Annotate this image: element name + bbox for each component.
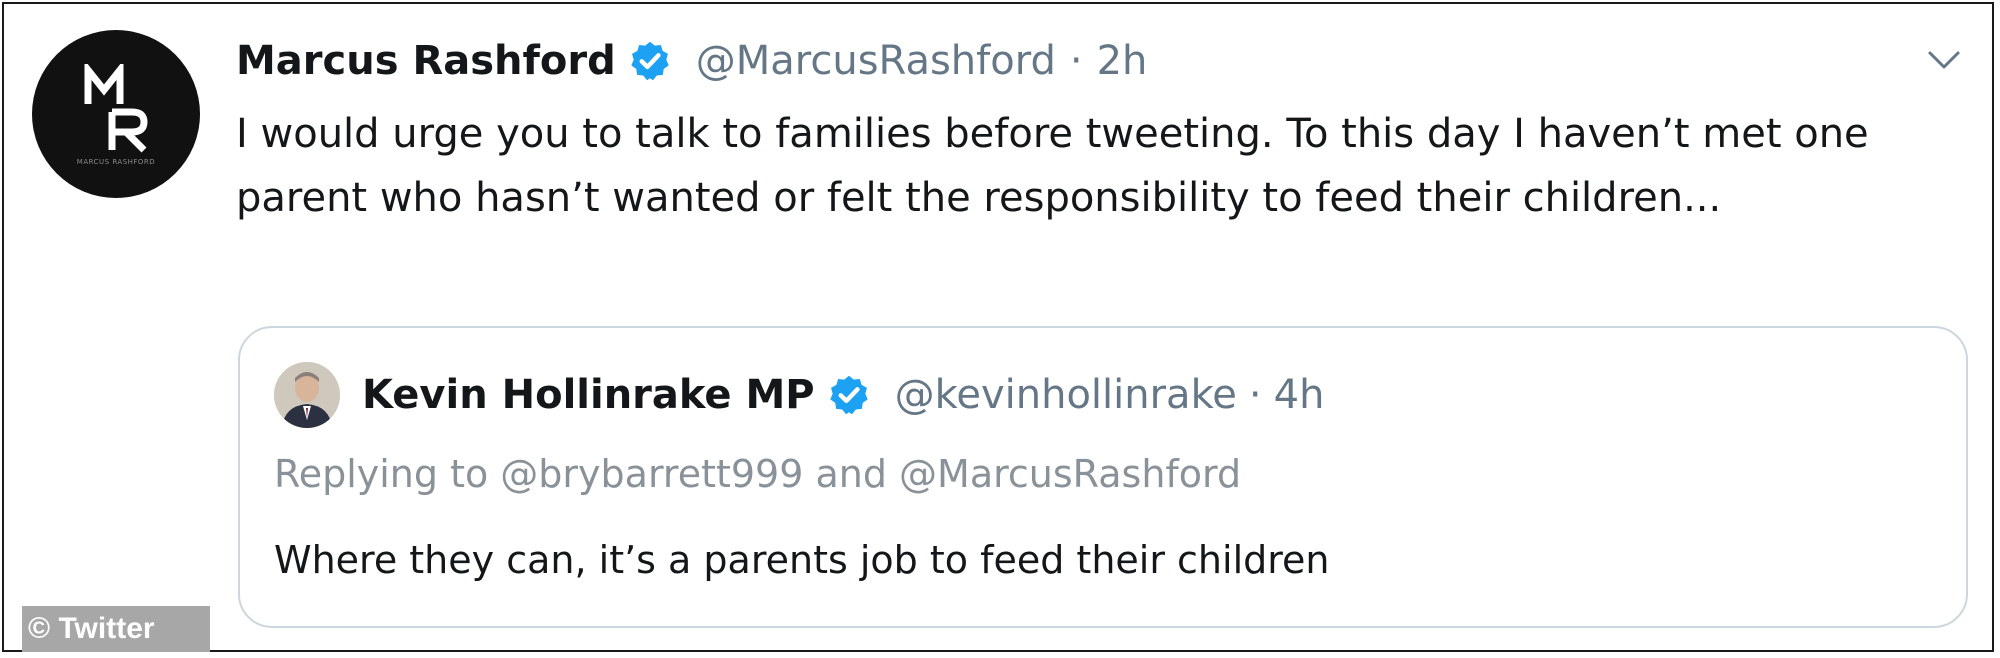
copyright-watermark: © Twitter: [22, 606, 210, 652]
quoted-tweet-body: Where they can, it’s a parents job to fe…: [274, 538, 1330, 582]
tweet-screenshot-frame: MARCUS RASHFORD Marcus Rashford @MarcusR…: [2, 2, 1994, 652]
quoted-tweet-header: Kevin Hollinrake MP @kevinhollinrake · 4…: [362, 364, 1324, 426]
person-photo-icon: [274, 362, 340, 428]
avatar-caption: MARCUS RASHFORD: [76, 158, 156, 166]
tweet-body: I would urge you to talk to families bef…: [236, 111, 1869, 221]
mr-logo-icon: [84, 64, 148, 153]
replying-to-line: Replying to @brybarrett999 and @MarcusRa…: [274, 452, 1242, 496]
quoted-author-name[interactable]: Kevin Hollinrake MP: [362, 372, 815, 418]
chevron-down-icon[interactable]: [1926, 48, 1962, 72]
quoted-author-handle[interactable]: @kevinhollinrake: [895, 372, 1237, 418]
author-handle[interactable]: @MarcusRashford: [696, 38, 1056, 84]
tweet-timestamp[interactable]: 2h: [1097, 38, 1148, 84]
verified-badge-icon: [631, 41, 669, 81]
quoted-tweet-timestamp[interactable]: 4h: [1274, 372, 1325, 418]
quoted-meta-separator: ·: [1248, 372, 1262, 418]
tweet-header: Marcus Rashford @MarcusRashford · 2h: [236, 30, 1147, 92]
quoted-author-avatar[interactable]: [274, 362, 340, 428]
quoted-tweet-card[interactable]: Kevin Hollinrake MP @kevinhollinrake · 4…: [238, 326, 1968, 628]
author-name[interactable]: Marcus Rashford: [236, 38, 616, 84]
meta-separator: ·: [1069, 38, 1083, 84]
author-avatar[interactable]: MARCUS RASHFORD: [32, 30, 200, 198]
verified-badge-icon: [829, 375, 868, 415]
